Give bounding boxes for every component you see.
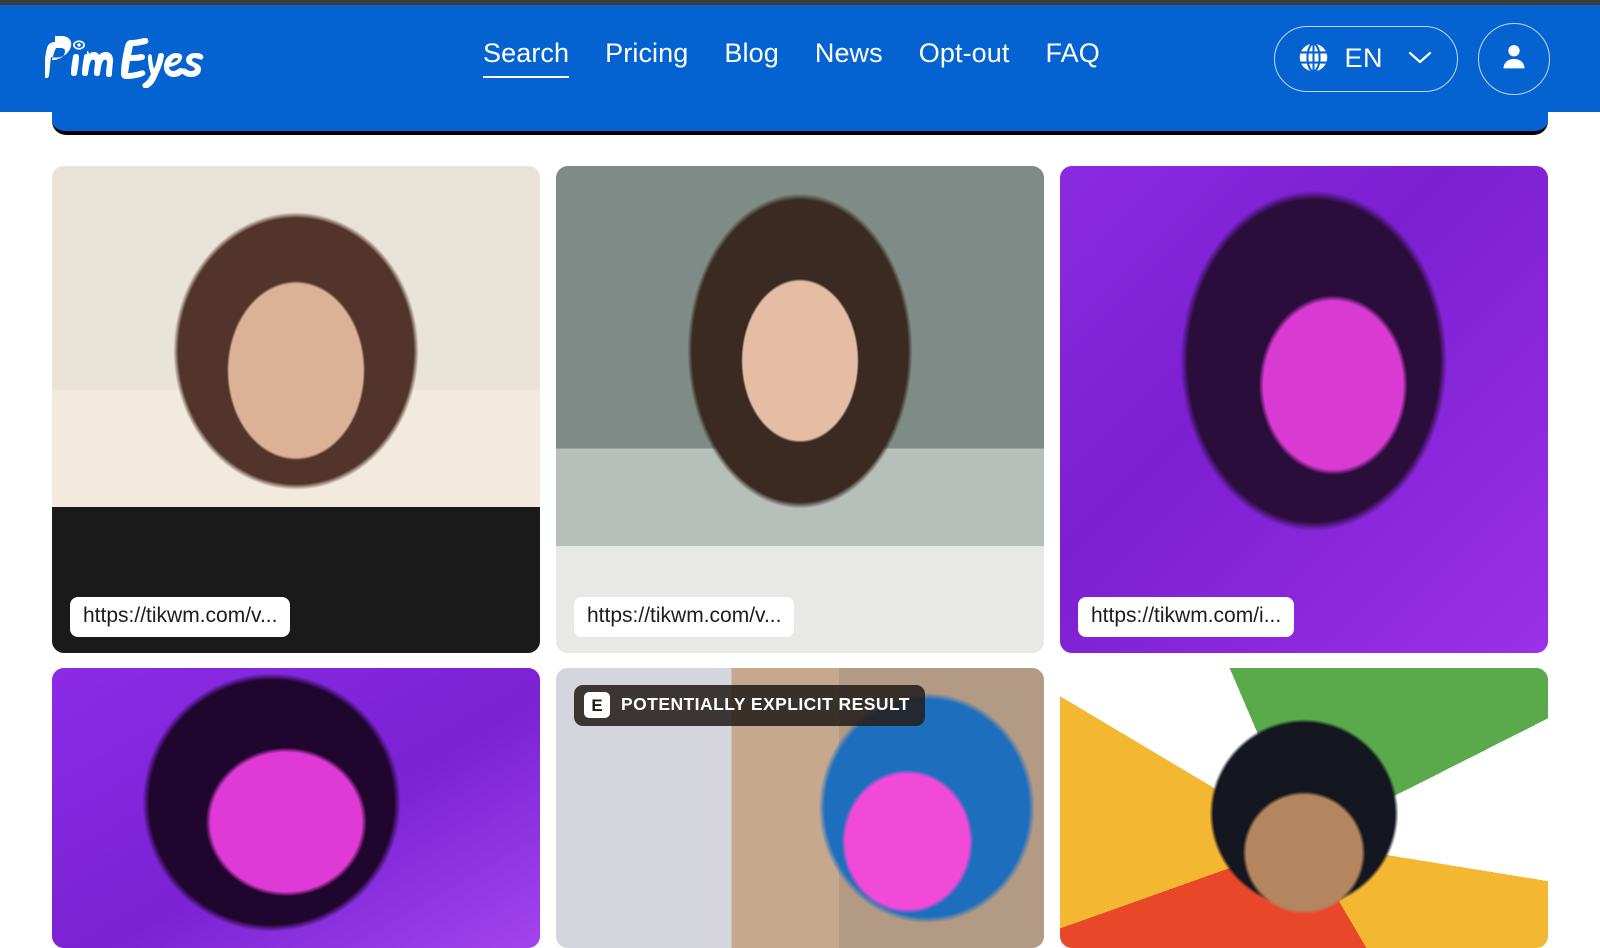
explicit-rating-icon: E	[584, 692, 610, 718]
result-card-3[interactable]: https://tikwm.com/i...	[1060, 166, 1548, 653]
result-card-4[interactable]	[52, 668, 540, 948]
result-thumbnail	[556, 166, 1044, 653]
nav-item-search[interactable]: Search	[483, 39, 570, 78]
result-thumbnail	[52, 668, 540, 948]
result-card-5[interactable]: E POTENTIALLY EXPLICIT RESULT	[556, 668, 1044, 948]
pimeyes-logo[interactable]	[45, 30, 205, 88]
result-card-1[interactable]: https://tikwm.com/v...	[52, 166, 540, 653]
result-card-6[interactable]	[1060, 668, 1548, 948]
primary-nav: Search Pricing Blog News Opt-out FAQ	[483, 39, 1100, 78]
nav-right-cluster: EN	[1274, 22, 1550, 95]
nav-item-pricing[interactable]: Pricing	[605, 39, 688, 78]
result-card-2[interactable]: https://tikwm.com/v...	[556, 166, 1044, 653]
result-url-label[interactable]: https://tikwm.com/v...	[574, 596, 795, 637]
explicit-badge-label: POTENTIALLY EXPLICIT RESULT	[621, 694, 910, 715]
globe-icon	[1297, 41, 1330, 77]
result-url-label[interactable]: https://tikwm.com/i...	[1078, 596, 1295, 637]
search-panel-collapsed[interactable]	[52, 112, 1548, 135]
result-thumbnail	[52, 166, 540, 653]
explicit-content-badge: E POTENTIALLY EXPLICIT RESULT	[574, 685, 925, 726]
top-navigation-bar: Search Pricing Blog News Opt-out FAQ EN	[0, 5, 1600, 112]
nav-item-blog[interactable]: Blog	[724, 39, 778, 78]
result-thumbnail	[1060, 668, 1548, 948]
search-results-grid: https://tikwm.com/v... https://tikwm.com…	[52, 166, 1548, 948]
result-thumbnail	[1060, 166, 1548, 653]
user-avatar-icon	[1497, 40, 1531, 77]
language-code: EN	[1344, 43, 1383, 73]
browser-chrome-strip	[0, 0, 1600, 5]
language-selector[interactable]: EN	[1274, 25, 1458, 92]
account-avatar-button[interactable]	[1478, 22, 1550, 95]
chevron-down-icon	[1407, 49, 1433, 68]
nav-item-news[interactable]: News	[815, 39, 883, 78]
nav-item-faq[interactable]: FAQ	[1046, 39, 1100, 78]
nav-item-opt-out[interactable]: Opt-out	[919, 39, 1010, 78]
result-url-label[interactable]: https://tikwm.com/v...	[70, 596, 291, 637]
